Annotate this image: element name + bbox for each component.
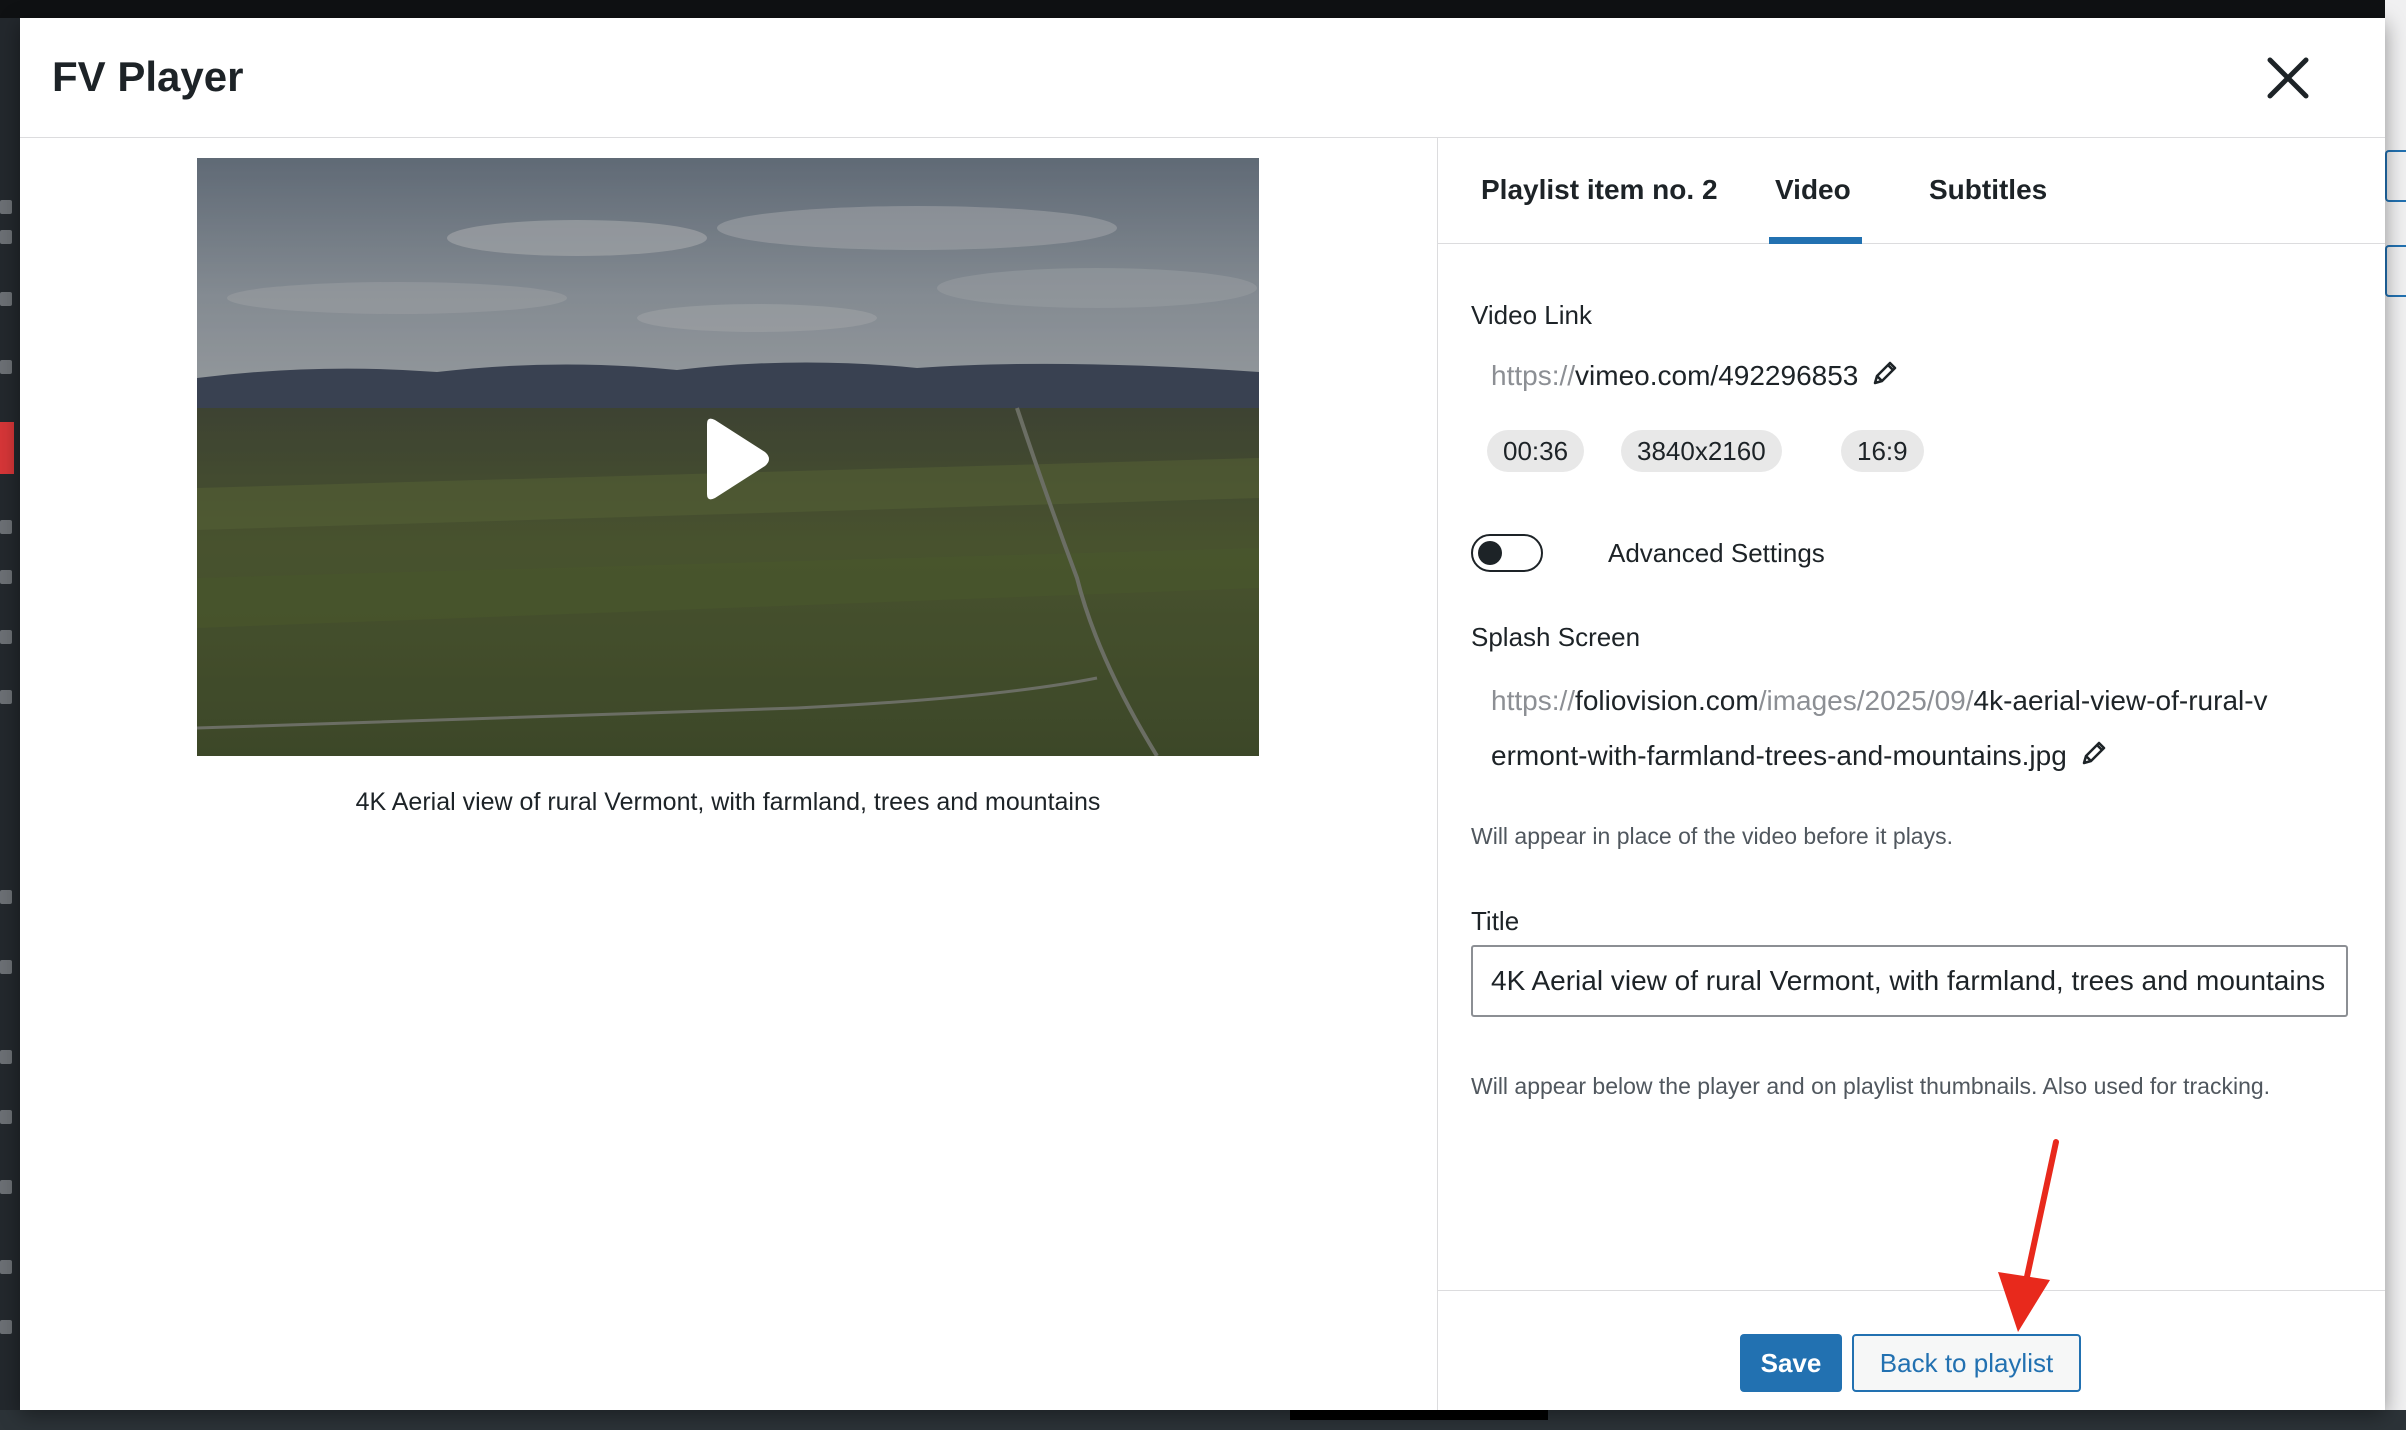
back-to-playlist-button[interactable]: Back to playlist [1852,1334,2081,1392]
admin-footer-edge [0,1410,2406,1430]
title-help-text: Will appear below the player and on play… [1471,1073,2271,1099]
sidebar-icon [0,1110,12,1124]
splash-help-text: Will appear in place of the video before… [1471,823,1953,849]
admin-page-edge [2385,0,2406,1430]
sidebar-icon [0,1260,12,1274]
close-icon[interactable] [2260,50,2316,106]
title-label: Title [1471,906,1520,936]
fv-player-modal: FV Player 4K Aerial view of rural Vermon… [20,18,2385,1410]
preview-pane: 4K Aerial view of rural Vermont, with fa… [20,138,1437,1410]
advanced-settings-label: Advanced Settings [1608,538,1825,568]
url-host: foliovision.com [1575,685,1759,716]
title-input[interactable] [1471,945,2348,1017]
admin-toolbar [0,0,2406,18]
toggle-knob [1478,541,1502,565]
page-field-edge [2385,150,2406,202]
sidebar-icon [0,1320,12,1334]
sidebar-icon [0,690,12,704]
modal-title: FV Player [52,53,244,100]
duration-badge: 00:36 [1487,430,1585,472]
tab-playlist-item[interactable]: Playlist item no. 2 [1481,172,1718,208]
tab-bar: Playlist item no. 2 Video Subtitles [1438,138,2385,244]
page-bar [1290,1410,1548,1420]
url-host: vimeo.com/ [1575,360,1719,391]
aspect-ratio-badge: 16:9 [1841,430,1924,472]
video-link-label: Video Link [1471,300,1592,330]
sidebar-icon [0,1050,12,1064]
url-scheme: https:// [1491,360,1576,391]
splash-url-line-1[interactable]: https://foliovision.com/images/2025/09/4… [1491,683,2268,719]
video-link-url[interactable]: https://vimeo.com/492296853 [1491,358,1900,394]
sidebar-icon [0,292,12,306]
pencil-icon[interactable] [1870,358,1900,388]
pencil-icon[interactable] [2079,738,2109,768]
sidebar-icon [0,520,12,534]
save-button[interactable]: Save [1740,1334,1842,1392]
sidebar-icon [0,230,12,244]
sidebar-icon [0,890,12,904]
url-path: /images/2025/09/ [1758,685,1974,716]
sidebar-active-marker [0,422,14,474]
resolution-badge: 3840x2160 [1621,430,1782,472]
advanced-settings-toggle[interactable] [1471,534,1543,572]
sidebar-icon [0,200,12,214]
page-field-edge [2385,245,2406,297]
modal-header: FV Player [20,18,2385,138]
sidebar-icon [0,360,12,374]
splash-screen-label: Splash Screen [1471,622,1641,652]
modal-footer: Save Back to playlist [1438,1290,2385,1410]
sidebar-icon [0,960,12,974]
admin-sidebar-edge [0,0,20,1430]
url-id: 492296853 [1718,360,1859,391]
active-tab-indicator [1769,237,1862,244]
sidebar-icon [0,570,12,584]
sidebar-icon [0,630,12,644]
video-caption: 4K Aerial view of rural Vermont, with fa… [355,788,1101,816]
tab-video[interactable]: Video [1775,172,1851,208]
tab-subtitles[interactable]: Subtitles [1929,172,2047,208]
settings-pane: Playlist item no. 2 Video Subtitles Vide… [1437,138,2385,1410]
video-player[interactable] [197,158,1259,756]
url-scheme: https:// [1491,685,1576,716]
url-file: 4k-aerial-view-of-rural-v [1973,685,2268,716]
sidebar-icon [0,1180,12,1194]
play-icon[interactable] [685,414,775,504]
url-file-continued: ermont-with-farmland-trees-and-mountains… [1491,740,2067,771]
splash-url-line-2[interactable]: ermont-with-farmland-trees-and-mountains… [1491,738,2109,774]
